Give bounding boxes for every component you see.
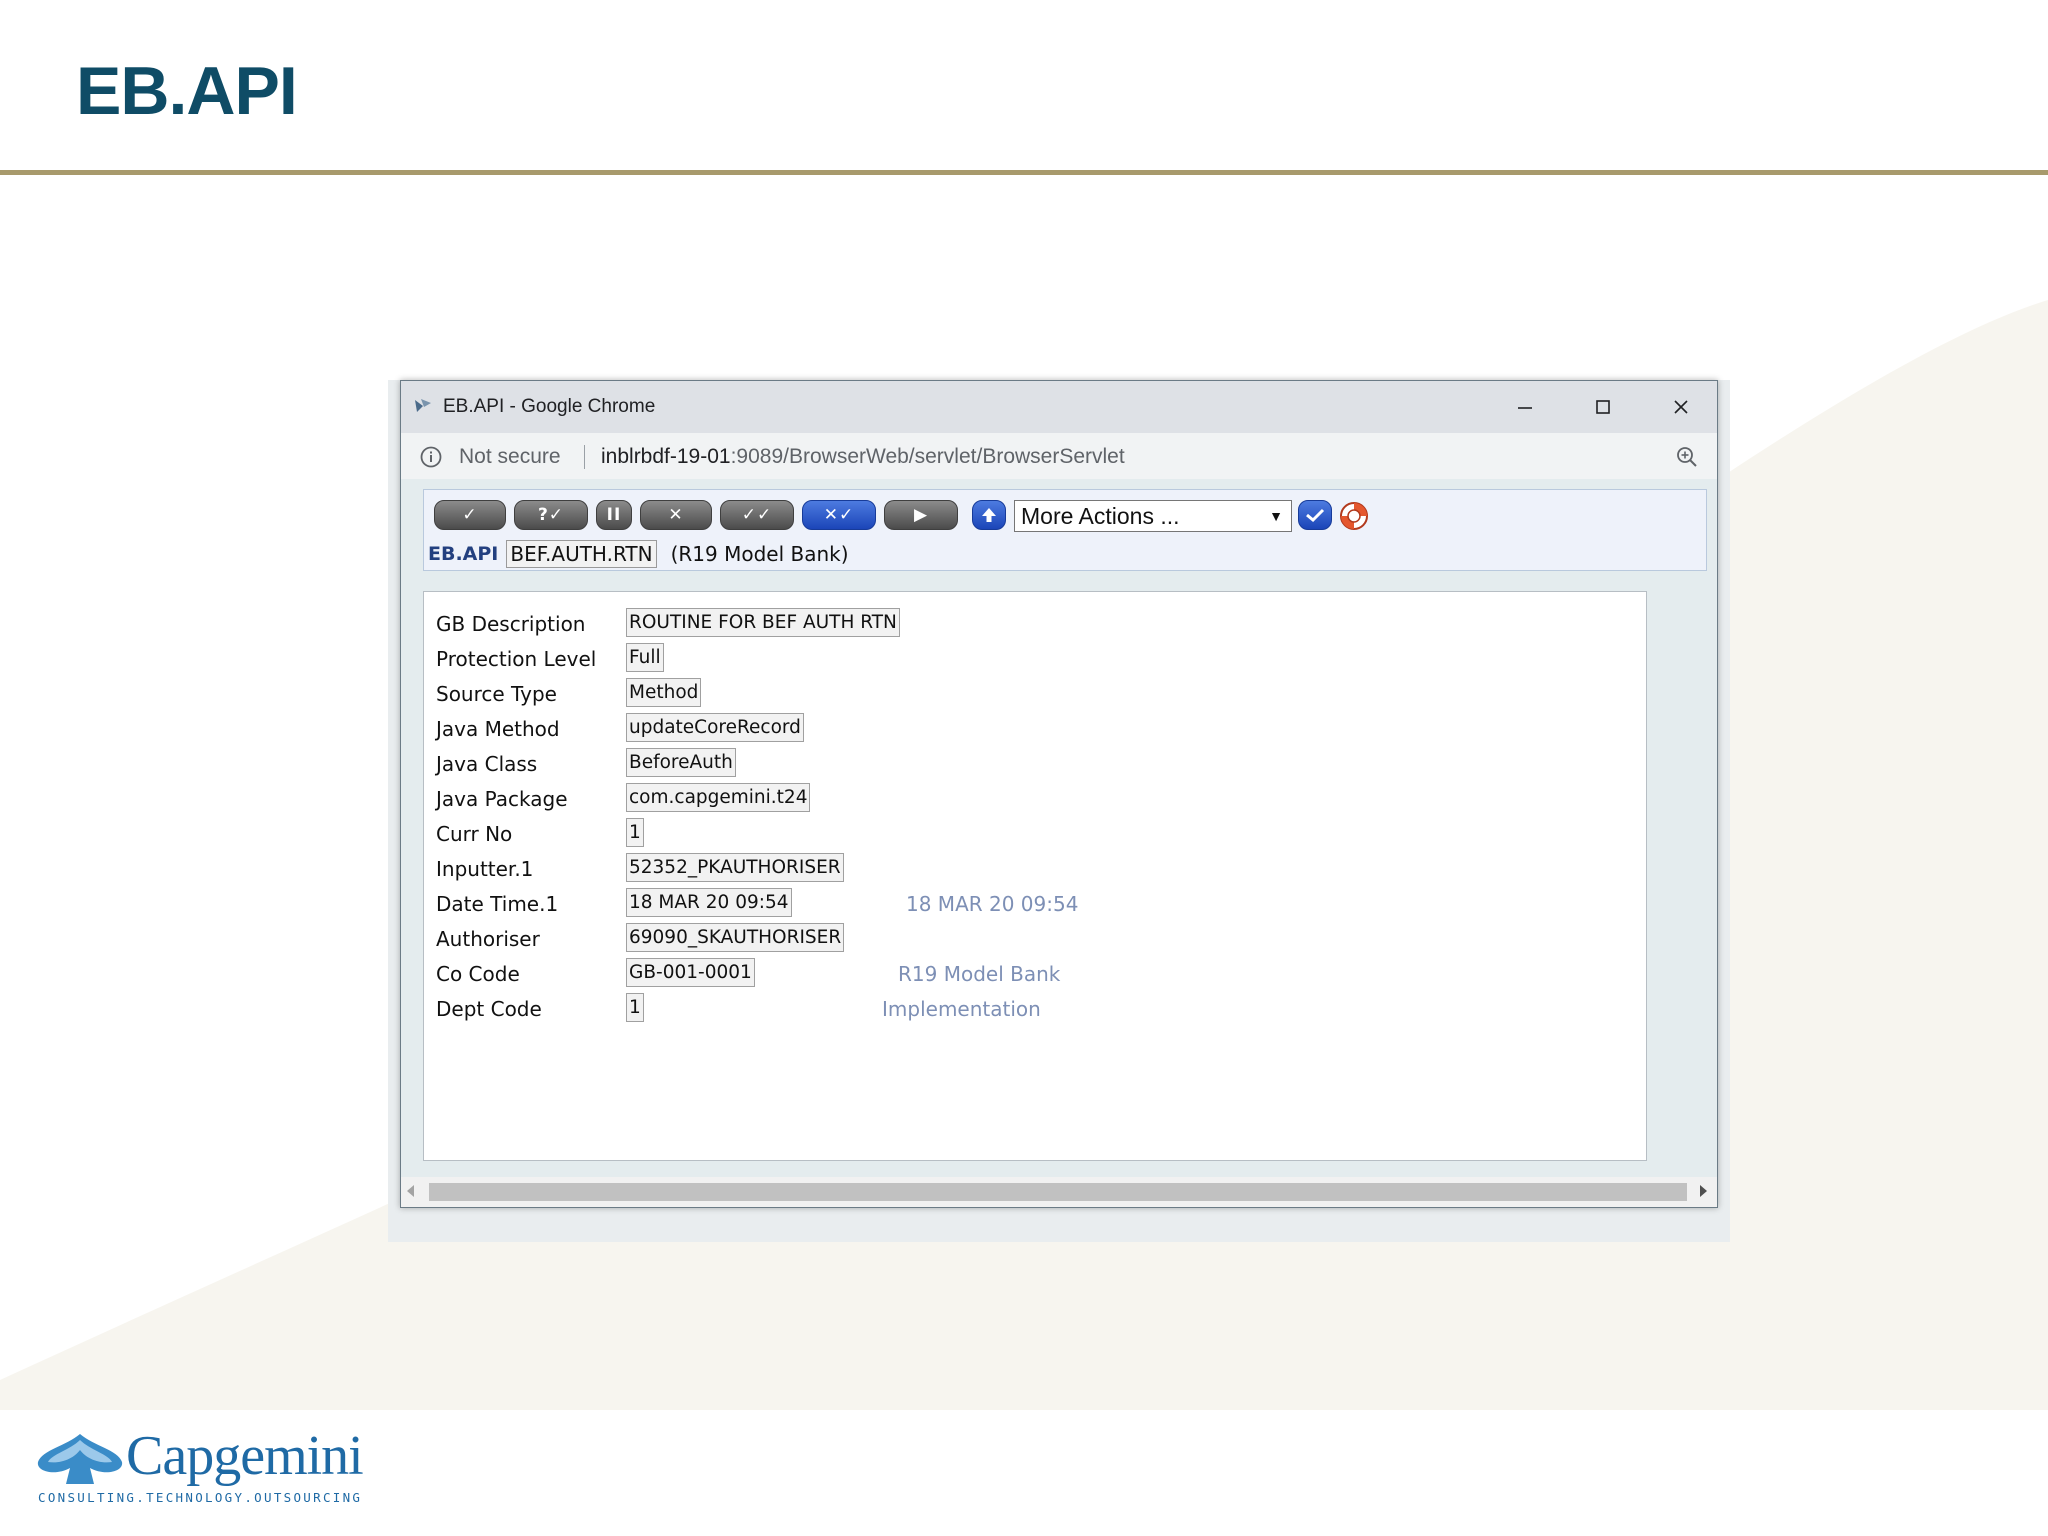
field-label: Co Code [436, 962, 520, 986]
scroll-left-arrow-icon[interactable] [407, 1185, 414, 1197]
more-actions-label: More Actions ... [1021, 503, 1180, 529]
spade-logo-icon [37, 1434, 123, 1484]
delete-icon: ✕ [668, 505, 684, 525]
slide-title: EB.API [76, 53, 298, 129]
more-actions-select[interactable]: More Actions ... ▼ [1014, 500, 1292, 532]
address-separator [584, 445, 585, 469]
form-row: Co Code GB-001-0001 R19 Model Bank [436, 958, 1636, 988]
form-row: Java Package com.capgemini.t24 [436, 783, 1636, 813]
field-value: 69090_SKAUTHORISER [626, 923, 845, 952]
field-enrichment: 18 MAR 20 09:54 [906, 892, 1079, 916]
field-label: Dept Code [436, 997, 542, 1021]
form-row: Authoriser 69090_SKAUTHORISER [436, 923, 1636, 953]
form-row: Inputter.1 52352_PKAUTHORISER [436, 853, 1636, 883]
capgemini-logo: Capgemini CONSULTING.TECHNOLOGY.OUTSOURC… [36, 1425, 366, 1514]
minimize-icon [1518, 407, 1532, 409]
commit-button[interactable]: ✓ [434, 500, 506, 530]
field-label: Java Package [436, 787, 568, 811]
field-value: Method [626, 678, 702, 707]
form-row: GB Description ROUTINE FOR BEF AUTH RTN [436, 608, 1636, 638]
app-icon [415, 399, 431, 412]
title-divider [0, 170, 2048, 175]
form-row: Source Type Method [436, 678, 1636, 708]
delete-button[interactable]: ✕ [640, 500, 712, 530]
commit-icon: ✓ [462, 505, 478, 525]
field-label: Inputter.1 [436, 857, 534, 881]
window-titlebar[interactable]: EB.API - Google Chrome [401, 381, 1717, 433]
action-toolbar: ✓ ?✓ II ✕ ✓✓ ✕✓ ▶ More Actions ... ▼ EB.… [423, 489, 1707, 571]
field-value: GB-001-0001 [626, 958, 755, 987]
field-value: com.capgemini.t24 [626, 783, 811, 812]
next-icon: ▶ [913, 505, 929, 525]
authorise-button[interactable]: ✓✓ [720, 500, 794, 530]
maximize-icon [1596, 400, 1610, 414]
hold-button[interactable]: II [596, 500, 632, 530]
up-arrow-icon [982, 508, 996, 522]
logo-wordmark: Capgemini [126, 1425, 364, 1487]
field-enrichment: Implementation [882, 997, 1041, 1021]
window-title: EB.API - Google Chrome [443, 396, 656, 417]
close-icon [1674, 400, 1688, 414]
go-button[interactable] [1298, 500, 1332, 530]
scrollbar-thumb[interactable] [429, 1183, 1687, 1201]
field-enrichment: R19 Model Bank [898, 962, 1061, 986]
maximize-button[interactable] [1583, 391, 1623, 423]
field-label: Curr No [436, 822, 513, 846]
minimize-button[interactable] [1505, 391, 1545, 423]
close-button[interactable] [1661, 391, 1701, 423]
field-value: 18 MAR 20 09:54 [626, 888, 792, 917]
form-row: Date Time.1 18 MAR 20 09:54 18 MAR 20 09… [436, 888, 1636, 918]
field-value: ROUTINE FOR BEF AUTH RTN [626, 608, 900, 637]
authorise-icon: ✓✓ [741, 505, 773, 525]
field-value: updateCoreRecord [626, 713, 804, 742]
field-label: Authoriser [436, 927, 540, 951]
form-row: Java Method updateCoreRecord [436, 713, 1636, 743]
field-value: BeforeAuth [626, 748, 736, 777]
record-form: GB Description ROUTINE FOR BEF AUTH RTN … [423, 591, 1647, 1161]
field-value: 1 [626, 993, 644, 1022]
logo-tagline: CONSULTING.TECHNOLOGY.OUTSOURCING [38, 1490, 363, 1505]
address-bar[interactable]: Not secure inblrbdf-19-01:9089/BrowserWe… [401, 433, 1717, 480]
hold-icon: II [606, 505, 622, 525]
form-row: Protection Level Full [436, 643, 1636, 673]
field-label: Java Method [436, 717, 560, 741]
form-row: Curr No 1 [436, 818, 1636, 848]
reverse-icon: ✕✓ [823, 505, 855, 525]
record-id-field[interactable]: BEF.AUTH.RTN [506, 540, 657, 568]
reverse-button[interactable]: ✕✓ [802, 500, 876, 530]
scroll-right-arrow-icon[interactable] [1700, 1185, 1707, 1197]
application-name: EB.API [428, 543, 499, 565]
horizontal-scrollbar[interactable] [401, 1177, 1717, 1207]
field-label: Date Time.1 [436, 892, 559, 916]
field-label: GB Description [436, 612, 586, 636]
zoom-icon[interactable] [1675, 445, 1699, 469]
validate-icon: ?✓ [537, 505, 565, 525]
field-label: Source Type [436, 682, 557, 706]
security-label[interactable]: Not secure [459, 445, 561, 469]
form-row: Java Class BeforeAuth [436, 748, 1636, 778]
browser-window: EB.API - Google Chrome Not secure inblrb… [400, 380, 1718, 1208]
field-value: 1 [626, 818, 644, 847]
checkmark-icon [1306, 508, 1325, 523]
validate-button[interactable]: ?✓ [514, 500, 588, 530]
field-label: Protection Level [436, 647, 597, 671]
help-lifebuoy-icon[interactable] [1338, 500, 1370, 532]
field-value: Full [626, 643, 664, 672]
upload-button[interactable] [972, 500, 1006, 530]
company-name: (R19 Model Bank) [670, 542, 849, 566]
field-label: Java Class [436, 752, 538, 776]
url-path: :9089/BrowserWeb/servlet/BrowserServlet [730, 445, 1125, 468]
url-text[interactable]: inblrbdf-19-01:9089/BrowserWeb/servlet/B… [601, 445, 1125, 469]
form-row: Dept Code 1 Implementation [436, 993, 1636, 1023]
dropdown-arrow-icon: ▼ [1269, 508, 1283, 524]
record-header: EB.API BEF.AUTH.RTN (R19 Model Bank) [428, 540, 849, 568]
field-value: 52352_PKAUTHORISER [626, 853, 844, 882]
url-host: inblrbdf-19-01 [601, 445, 731, 468]
info-icon[interactable] [419, 445, 443, 469]
page-content: ✓ ?✓ II ✕ ✓✓ ✕✓ ▶ More Actions ... ▼ EB.… [401, 479, 1717, 1177]
next-button[interactable]: ▶ [884, 500, 958, 530]
